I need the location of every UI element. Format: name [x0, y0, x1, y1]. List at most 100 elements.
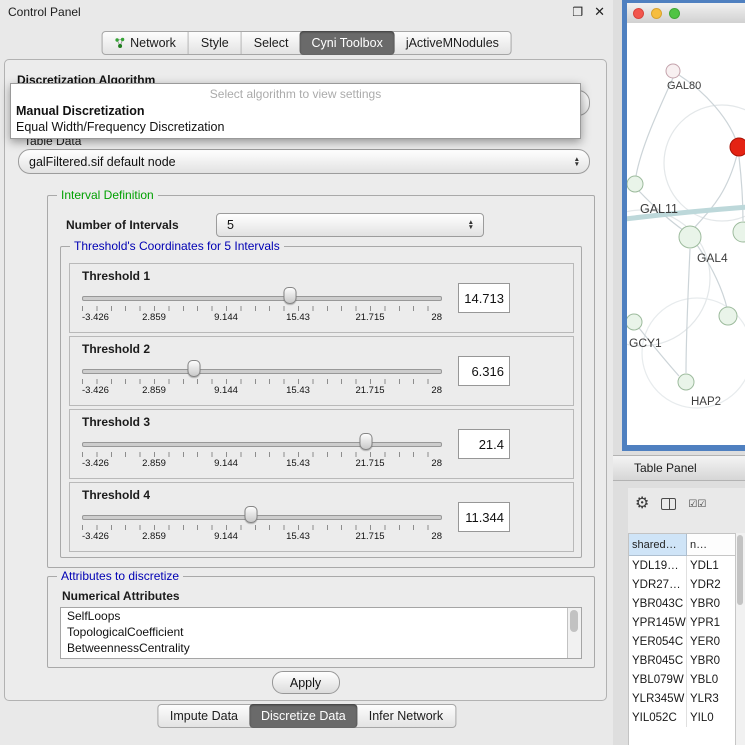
- gear-icon[interactable]: ⚙: [635, 496, 649, 512]
- slider-track[interactable]: [82, 296, 442, 301]
- slider-ticks: [82, 306, 442, 311]
- tab-label: Cyni Toolbox: [311, 36, 382, 50]
- threshold-4-value-field[interactable]: 11.344: [458, 502, 510, 532]
- list-item-selfloops[interactable]: SelfLoops: [61, 608, 581, 624]
- network-view-window: GAL80 GAL11 GAL4 GCY1 HAP2: [622, 0, 745, 451]
- node-hap2[interactable]: [678, 374, 694, 390]
- tab-network[interactable]: Network: [102, 32, 188, 54]
- tab-style[interactable]: Style: [188, 32, 241, 54]
- slider-scale-labels: -3.426 2.859 9.144 15.43 21.715 28: [82, 458, 442, 470]
- slider-track[interactable]: [82, 515, 442, 520]
- table-row[interactable]: YDR27…YDR2: [629, 575, 735, 594]
- number-of-intervals-value: 5: [227, 218, 234, 232]
- column-header-name[interactable]: n…: [687, 534, 735, 556]
- threshold-3-group: Threshold 3 -3.426 2.859 9.144 15.43: [69, 409, 574, 479]
- zoom-traffic-light-icon[interactable]: [669, 8, 680, 19]
- tab-jactivemnodules[interactable]: jActiveMNodules: [394, 32, 511, 54]
- select-columns-icon[interactable]: ☑☑: [688, 499, 705, 510]
- attributes-list-scrollbar[interactable]: [567, 608, 581, 658]
- threshold-1-slider[interactable]: -3.426 2.859 9.144 15.43 21.715 28: [82, 285, 442, 325]
- table-row[interactable]: YBR045CYBR0: [629, 651, 735, 670]
- panel-title: Control Panel: [8, 5, 81, 19]
- tab-label: Infer Network: [369, 709, 443, 723]
- node-gal11[interactable]: [627, 176, 643, 192]
- table-panel-title: Table Panel: [634, 461, 697, 475]
- cyni-toolbox-panel: Discretization Algorithm ▲▼ Select algor…: [4, 59, 607, 701]
- threshold-3-slider[interactable]: -3.426 2.859 9.144 15.43 21.715 28: [82, 431, 442, 471]
- slider-track[interactable]: [82, 442, 442, 447]
- network-icon: [114, 37, 125, 49]
- dropdown-item-manual-discretization[interactable]: Manual Discretization: [11, 103, 580, 119]
- bottom-tab-bar: Impute Data Discretize Data Infer Networ…: [157, 704, 456, 728]
- table-row[interactable]: YLR345WYLR3: [629, 689, 735, 708]
- tab-impute-data[interactable]: Impute Data: [158, 705, 250, 727]
- slider-track[interactable]: [82, 369, 442, 374]
- attributes-group: Attributes to discretize Numerical Attri…: [47, 576, 595, 668]
- tab-label: jActiveMNodules: [406, 36, 499, 50]
- combo-arrows-icon: ▲▼: [468, 220, 474, 230]
- table-data-value: galFiltered.sif default node: [29, 155, 176, 169]
- table-row[interactable]: YBR043CYBR0: [629, 594, 735, 613]
- table-data-combobox[interactable]: galFiltered.sif default node ▲▼: [18, 149, 590, 174]
- table-row[interactable]: YDL19…YDL1: [629, 556, 735, 575]
- table-panel: ⚙ ☑☑ shared… n… YDL19…YDL1 YDR27…YDR2 YB…: [628, 488, 745, 745]
- node-label: GAL80: [667, 80, 701, 92]
- table-row[interactable]: YER054CYER0: [629, 632, 735, 651]
- float-window-icon[interactable]: ❐: [572, 5, 583, 19]
- close-icon[interactable]: ✕: [594, 4, 605, 20]
- slider-scale-labels: -3.426 2.859 9.144 15.43 21.715 28: [82, 312, 442, 324]
- dropdown-item-equal-width-frequency[interactable]: Equal Width/Frequency Discretization: [11, 119, 580, 135]
- tab-discretize-data[interactable]: Discretize Data: [249, 704, 358, 728]
- apply-button[interactable]: Apply: [272, 671, 340, 694]
- node-gcy1[interactable]: [627, 314, 642, 330]
- threshold-1-value-field[interactable]: 14.713: [458, 283, 510, 313]
- tab-select[interactable]: Select: [241, 32, 301, 54]
- tab-cyni-toolbox[interactable]: Cyni Toolbox: [299, 31, 394, 55]
- threshold-3-slider-thumb[interactable]: [360, 433, 373, 450]
- checkbox-icon: ☑: [688, 499, 696, 510]
- threshold-2-label: Threshold 2: [82, 342, 573, 356]
- network-canvas[interactable]: GAL80 GAL11 GAL4 GCY1 HAP2: [627, 23, 745, 445]
- threshold-4-slider-thumb[interactable]: [245, 506, 258, 523]
- threshold-1-slider-thumb[interactable]: [283, 287, 296, 304]
- list-item-topologicalcoefficient[interactable]: TopologicalCoefficient: [61, 624, 581, 640]
- number-of-intervals-combobox[interactable]: 5 ▲▼: [216, 213, 484, 237]
- table-row[interactable]: YPR145WYPR1: [629, 613, 735, 632]
- node[interactable]: [719, 307, 737, 325]
- table-row[interactable]: YBL079WYBL0: [629, 670, 735, 689]
- threshold-2-value-field[interactable]: 6.316: [458, 356, 510, 386]
- minimize-traffic-light-icon[interactable]: [651, 8, 662, 19]
- node-label: GAL11: [640, 202, 678, 216]
- tab-label: Discretize Data: [261, 709, 346, 723]
- tab-infer-network[interactable]: Infer Network: [357, 705, 455, 727]
- tab-label: Impute Data: [170, 709, 238, 723]
- network-window-titlebar: [627, 3, 745, 23]
- dropdown-header: Select algorithm to view settings: [11, 84, 580, 103]
- attributes-list[interactable]: SelfLoops TopologicalCoefficient Between…: [60, 607, 582, 659]
- node-table: shared… n… YDL19…YDL1 YDR27…YDR2 YBR043C…: [628, 533, 736, 745]
- node[interactable]: [733, 222, 745, 242]
- node-red-selected[interactable]: [730, 138, 745, 156]
- threshold-4-slider[interactable]: -3.426 2.859 9.144 15.43 21.715 28: [82, 504, 442, 544]
- table-panel-header: Table Panel: [613, 455, 745, 481]
- column-header-shared-name[interactable]: shared…: [629, 534, 687, 556]
- slider-scale-labels: -3.426 2.859 9.144 15.43 21.715 28: [82, 531, 442, 543]
- table-scrollbar[interactable]: [735, 533, 745, 745]
- slider-ticks: [82, 452, 442, 457]
- table-row[interactable]: YIL052CYIL0: [629, 708, 735, 727]
- threshold-3-value-field[interactable]: 21.4: [458, 429, 510, 459]
- close-traffic-light-icon[interactable]: [633, 8, 644, 19]
- node-gal80[interactable]: [666, 64, 680, 78]
- node-gal4[interactable]: [679, 226, 701, 248]
- threshold-4-label: Threshold 4: [82, 488, 573, 502]
- node-label: GAL4: [697, 251, 728, 265]
- scrollbar-thumb[interactable]: [570, 610, 578, 632]
- scrollbar-thumb[interactable]: [737, 535, 743, 605]
- columns-icon[interactable]: [661, 498, 676, 510]
- thresholds-group: Threshold's Coordinates for 5 Intervals …: [60, 246, 582, 558]
- list-item-betweennesscentrality[interactable]: BetweennessCentrality: [61, 640, 581, 656]
- checkbox-icon: ☑: [697, 499, 705, 510]
- threshold-2-slider[interactable]: -3.426 2.859 9.144 15.43 21.715 28: [82, 358, 442, 398]
- tab-label: Style: [201, 36, 229, 50]
- threshold-2-slider-thumb[interactable]: [187, 360, 200, 377]
